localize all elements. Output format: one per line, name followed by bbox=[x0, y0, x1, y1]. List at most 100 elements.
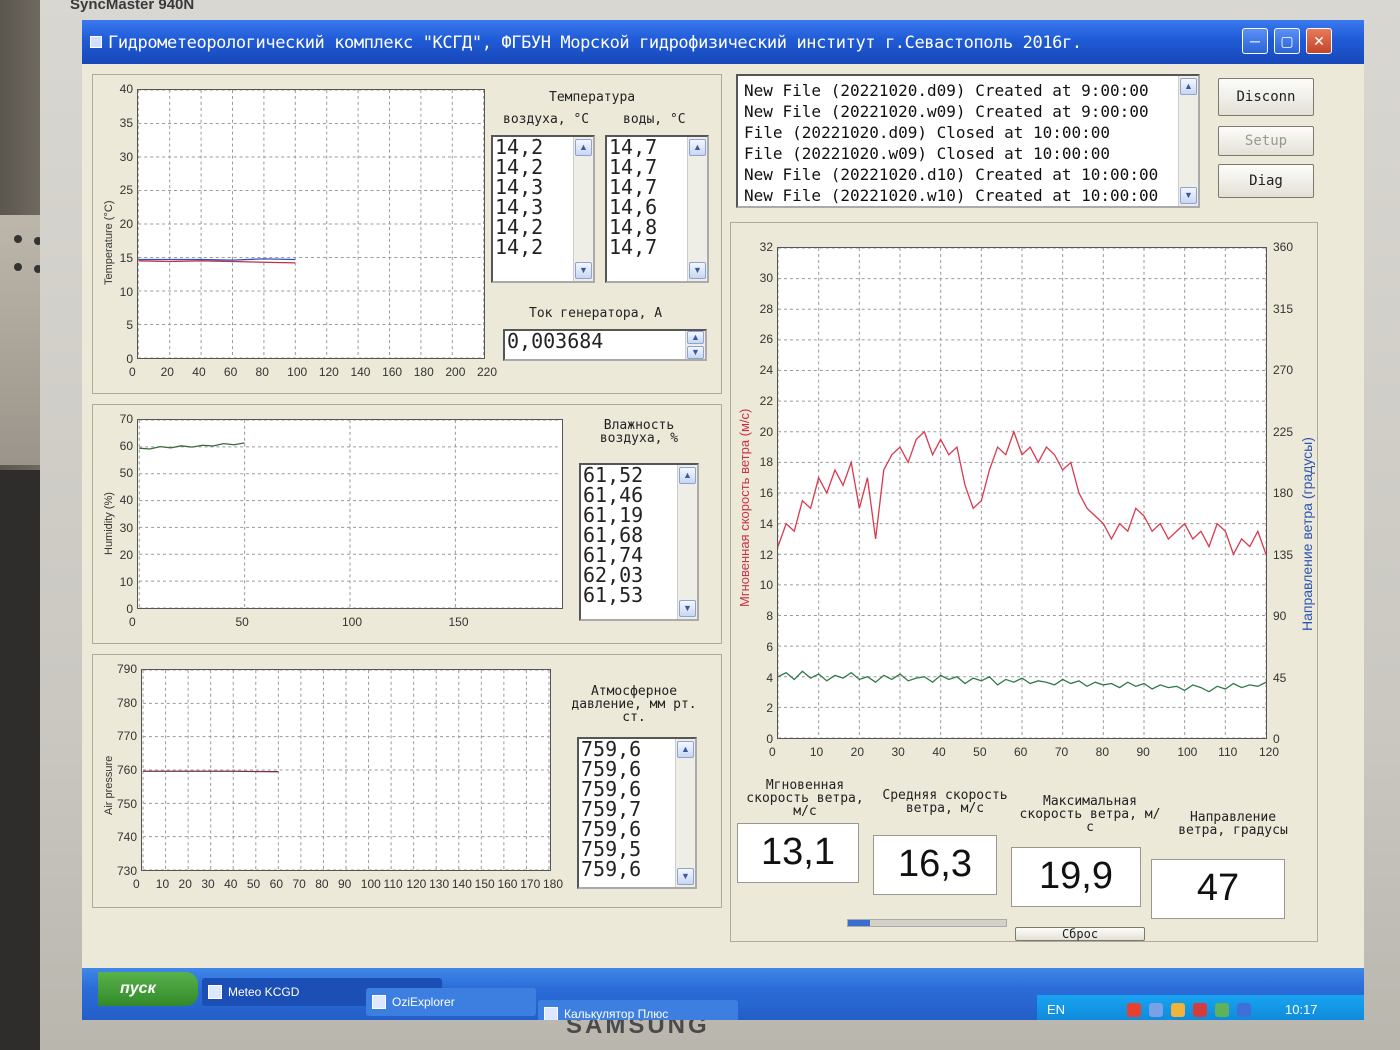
start-button[interactable]: пуск bbox=[98, 972, 198, 1006]
y-tick-label: 760 bbox=[116, 763, 137, 777]
x-tick-label: 80 bbox=[255, 365, 269, 379]
minimize-icon: ─ bbox=[1250, 33, 1260, 49]
water-temp-list[interactable]: 14,7 14,7 14,7 14,6 14,8 14,7 ▲ ▼ bbox=[605, 135, 709, 283]
wind-plot-area bbox=[778, 248, 1266, 738]
humidity-plot-area bbox=[138, 420, 561, 608]
taskbar-item[interactable]: Калькулятор Плюс bbox=[538, 1000, 738, 1020]
x-tick-label: 0 bbox=[129, 615, 136, 629]
y2-tick-label: 135 bbox=[1273, 547, 1294, 562]
avg-speed-label: Средняя скорость ветра, м/с bbox=[882, 788, 1008, 816]
y-tick-label: 26 bbox=[759, 332, 773, 347]
y-tick-label: 790 bbox=[116, 662, 137, 676]
x-tick-label: 100 bbox=[360, 877, 381, 891]
pressure-list[interactable]: 759,6 759,6 759,6 759,7 759,6 759,5 759,6 ▲ ▼ bbox=[577, 737, 697, 889]
battery-icon[interactable] bbox=[1215, 1003, 1229, 1017]
x-tick-label: 20 bbox=[178, 877, 192, 891]
update-icon[interactable] bbox=[1171, 1003, 1185, 1017]
y-tick-label: 2 bbox=[766, 701, 773, 716]
generator-spinner[interactable]: ▲ ▼ bbox=[685, 331, 705, 359]
y-tick-label: 70 bbox=[119, 412, 133, 426]
spin-down-icon[interactable]: ▼ bbox=[687, 346, 704, 359]
log-scrollbar[interactable]: ▲ ▼ bbox=[1178, 76, 1198, 206]
diag-button[interactable]: Diag bbox=[1218, 164, 1314, 198]
monitor-model: SyncMaster 940N bbox=[70, 0, 195, 13]
y-tick-label: 30 bbox=[119, 149, 133, 164]
x-tick-label: 140 bbox=[451, 877, 472, 891]
inst-speed-value: 13,1 bbox=[737, 823, 859, 883]
y2-tick-label: 90 bbox=[1273, 609, 1287, 623]
y-tick-label: 0 bbox=[126, 352, 133, 366]
y2-tick-label: 180 bbox=[1273, 486, 1294, 500]
x-tick-label: 50 bbox=[973, 745, 987, 759]
system-tray: EN 10:17 bbox=[1037, 995, 1364, 1020]
event-log[interactable]: New File (20221020.d09) Created at 9:00:… bbox=[736, 74, 1200, 208]
air-temp-scrollbar[interactable]: ▲ ▼ bbox=[573, 137, 593, 281]
max-speed-label: Максимальная скорость ветра, м/с bbox=[1019, 794, 1161, 835]
scroll-up-icon[interactable]: ▲ bbox=[1180, 78, 1197, 95]
scroll-down-icon[interactable]: ▼ bbox=[677, 868, 694, 885]
setup-button[interactable]: Setup bbox=[1218, 126, 1314, 156]
water-temp-scrollbar[interactable]: ▲ ▼ bbox=[687, 137, 707, 281]
scroll-down-icon[interactable]: ▼ bbox=[679, 600, 696, 617]
x-tick-label: 50 bbox=[235, 615, 249, 629]
app-icon bbox=[90, 36, 102, 48]
y-tick-label: 5 bbox=[126, 318, 133, 333]
scroll-up-icon[interactable]: ▲ bbox=[679, 467, 696, 484]
window-titlebar[interactable]: Гидрометеорологический комплекс "КСГД", … bbox=[82, 20, 1364, 64]
scroll-up-icon[interactable]: ▲ bbox=[677, 741, 694, 758]
spin-up-icon[interactable]: ▲ bbox=[687, 331, 704, 344]
minimize-button[interactable]: ─ bbox=[1242, 28, 1268, 54]
x-tick-label: 120 bbox=[406, 877, 427, 891]
humidity-scrollbar[interactable]: ▲ ▼ bbox=[677, 465, 697, 619]
x-tick-label: 150 bbox=[448, 615, 469, 629]
screen: Гидрометеорологический комплекс "КСГД", … bbox=[82, 20, 1364, 1020]
air-temp-list[interactable]: 14,2 14,2 14,3 14,3 14,2 14,2 ▲ ▼ bbox=[491, 135, 595, 283]
temperature-ylabel: Temperature (°C) bbox=[103, 200, 115, 285]
photo-frame: SyncMaster 940N SAMSUNG Гидрометеорологи… bbox=[0, 0, 1400, 1050]
max-speed-value: 19,9 bbox=[1011, 847, 1141, 907]
x-tick-label: 100 bbox=[1177, 745, 1198, 759]
scroll-down-icon[interactable]: ▼ bbox=[575, 262, 592, 279]
y-tick-label: 10 bbox=[759, 578, 773, 593]
pressure-heading: Атмосферное давление, мм рт. ст. bbox=[571, 684, 697, 725]
wind-direction-value: 47 bbox=[1151, 859, 1285, 919]
y-tick-label: 0 bbox=[126, 602, 133, 616]
x-tick-label: 70 bbox=[292, 877, 306, 891]
volume-icon[interactable] bbox=[1149, 1003, 1163, 1017]
scroll-up-icon[interactable]: ▲ bbox=[689, 139, 706, 156]
generator-field[interactable]: 0,003684 ▲ ▼ bbox=[503, 329, 707, 361]
temperature-panel: 0 20 40 60 80 100 120 140 160 180 200 220 0 5 10 15 20 25… bbox=[92, 74, 722, 394]
generator-label: Ток генератора, А bbox=[529, 306, 663, 321]
x-tick-label: 160 bbox=[382, 365, 403, 379]
avg-speed-value: 16,3 bbox=[873, 835, 997, 895]
display-icon[interactable] bbox=[1237, 1003, 1251, 1017]
disconnect-button[interactable]: Disconn bbox=[1218, 78, 1314, 116]
humidity-panel: 0 50 100 150 0 10 20 30 40 50 60 70 Humidity (%) Вл… bbox=[92, 404, 722, 644]
app-icon bbox=[208, 985, 222, 999]
x-tick-label: 110 bbox=[383, 877, 403, 891]
y-tick-label: 14 bbox=[759, 516, 773, 531]
log-line: File (20221020.w09) Closed at 10:00:00 bbox=[744, 144, 1111, 163]
scroll-up-icon[interactable]: ▲ bbox=[575, 139, 592, 156]
language-indicator[interactable]: EN bbox=[1047, 1002, 1065, 1017]
y-tick-label: 780 bbox=[116, 695, 137, 710]
y2-tick-label: 0 bbox=[1273, 732, 1280, 746]
scroll-down-icon[interactable]: ▼ bbox=[1180, 187, 1197, 204]
x-tick-label: 140 bbox=[350, 365, 371, 379]
pressure-scrollbar[interactable]: ▲ ▼ bbox=[675, 739, 695, 887]
scroll-down-icon[interactable]: ▼ bbox=[689, 262, 706, 279]
security-icon[interactable] bbox=[1193, 1003, 1207, 1017]
maximize-button[interactable]: ▢ bbox=[1274, 28, 1300, 54]
wind-chart bbox=[777, 247, 1267, 739]
series-line bbox=[139, 442, 245, 450]
x-tick-label: 0 bbox=[133, 877, 140, 891]
close-button[interactable]: ✕ bbox=[1306, 28, 1332, 54]
pressure-plot-area bbox=[142, 670, 550, 870]
taskbar-item-label: Meteo KCGD bbox=[228, 985, 300, 999]
network-icon[interactable] bbox=[1127, 1003, 1141, 1017]
reset-button[interactable]: Сброс bbox=[1015, 927, 1145, 941]
humidity-list[interactable]: 61,52 61,46 61,19 61,68 61,74 62,03 61,53 ▲ ▼ bbox=[579, 463, 699, 621]
taskbar-item[interactable]: OziExplorer bbox=[366, 988, 536, 1016]
y-tick-label: 25 bbox=[119, 183, 133, 198]
x-tick-label: 30 bbox=[201, 877, 215, 891]
